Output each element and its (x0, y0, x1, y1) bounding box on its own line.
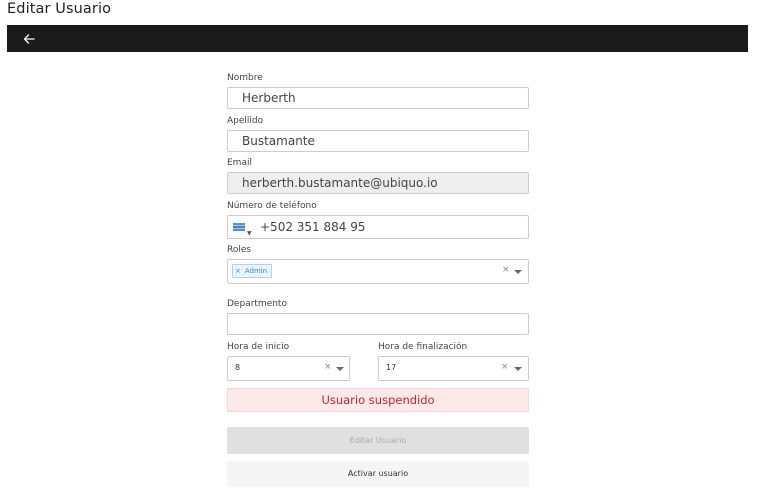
roles-clear-icon[interactable]: × (502, 265, 510, 275)
hora-inicio-select[interactable]: 8 × (227, 356, 350, 381)
hora-inicio-label: Hora de inicio (227, 342, 290, 352)
suspended-alert: Usuario suspendido (227, 388, 529, 412)
roles-select[interactable]: × Admin × (227, 259, 529, 284)
page-title: Editar Usuario (7, 1, 112, 17)
top-toolbar (7, 25, 748, 52)
apellido-label: Apellido (227, 116, 264, 126)
hora-fin-select[interactable]: 17 × (378, 356, 529, 381)
arrow-left-icon (23, 34, 35, 44)
country-dropdown-caret-icon[interactable]: ▼ (247, 223, 252, 238)
activate-user-button[interactable]: Activar usuario (227, 461, 529, 487)
departamento-input[interactable] (227, 313, 529, 335)
hora-fin-dropdown-arrow-icon[interactable] (514, 367, 522, 371)
email-label: Email (227, 158, 252, 168)
hora-fin-value: 17 (386, 363, 397, 372)
apellido-input[interactable]: Bustamante (227, 130, 529, 152)
hora-inicio-clear-icon[interactable]: × (324, 362, 332, 372)
phone-field[interactable]: ▼ +502 351 884 95 (227, 215, 529, 239)
phone-input[interactable]: +502 351 884 95 (260, 216, 365, 238)
hora-inicio-dropdown-arrow-icon[interactable] (336, 367, 344, 371)
roles-label: Roles (227, 245, 252, 255)
email-input: herberth.bustamante@ubiquo.io (227, 172, 529, 194)
guatemala-flag-icon[interactable] (233, 223, 245, 231)
hora-fin-label: Hora de finalización (378, 342, 468, 352)
nombre-input[interactable]: Herberth (227, 87, 529, 109)
role-tag-label: Admin (244, 267, 268, 275)
back-button[interactable] (21, 31, 37, 47)
remove-tag-icon[interactable]: × (235, 267, 241, 275)
telefono-label: Número de teléfono (227, 201, 317, 211)
roles-dropdown-arrow-icon[interactable] (514, 270, 522, 274)
departamento-label: Departmento (227, 299, 287, 309)
hora-fin-clear-icon[interactable]: × (501, 362, 509, 372)
role-tag-admin: × Admin (232, 264, 273, 278)
edit-user-button[interactable]: Editar Usuario (227, 427, 529, 454)
hora-inicio-value: 8 (235, 363, 241, 372)
nombre-label: Nombre (227, 73, 263, 83)
